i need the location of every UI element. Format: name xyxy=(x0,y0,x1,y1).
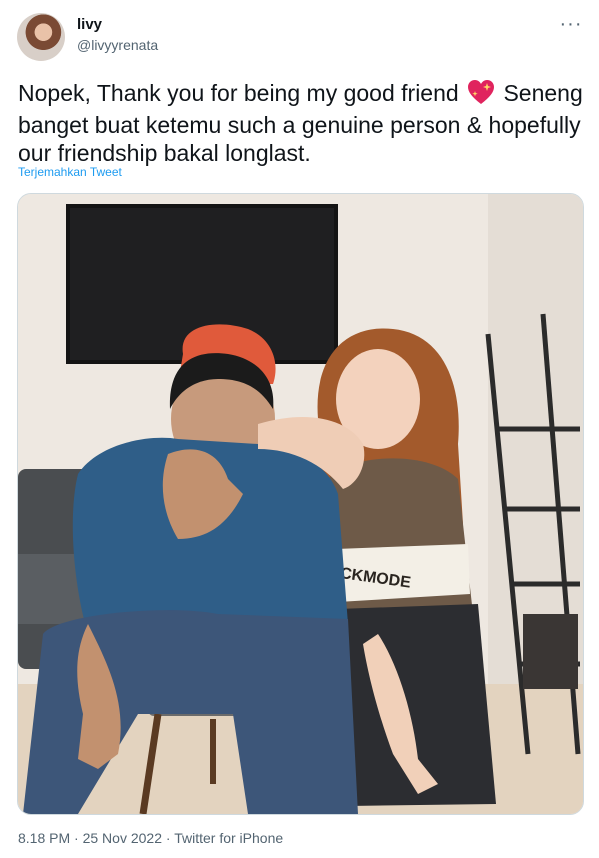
sparkling-heart-icon xyxy=(467,79,495,111)
author-display-name[interactable]: livy xyxy=(77,15,158,35)
tweet-meta: 8.18 PM · 25 Nov 2022 · Twitter for iPho… xyxy=(18,830,283,846)
tweet-source: Twitter for iPhone xyxy=(174,830,284,846)
tweet-date[interactable]: 25 Nov 2022 xyxy=(83,830,162,846)
avatar[interactable] xyxy=(17,13,65,61)
more-options-icon[interactable]: ··· xyxy=(560,14,582,34)
photo-illustration: CKMODE xyxy=(18,194,583,814)
tweet-text-part-1: Nopek, Thank you for being my good frien… xyxy=(18,80,466,106)
translate-tweet-link[interactable]: Terjemahkan Tweet xyxy=(18,165,122,179)
meta-separator: · xyxy=(162,830,175,846)
tweet-time[interactable]: 8.18 PM xyxy=(18,830,70,846)
box xyxy=(523,614,578,689)
tweet-photo[interactable]: CKMODE xyxy=(17,193,584,815)
meta-separator: · xyxy=(70,830,83,846)
author-block: livy @livyyrenata xyxy=(77,15,158,55)
tweet-text: Nopek, Thank you for being my good frien… xyxy=(18,79,588,167)
author-handle[interactable]: @livyyrenata xyxy=(77,35,158,55)
tweet-card: livy @livyyrenata ··· Nopek, Thank you f… xyxy=(0,0,599,858)
